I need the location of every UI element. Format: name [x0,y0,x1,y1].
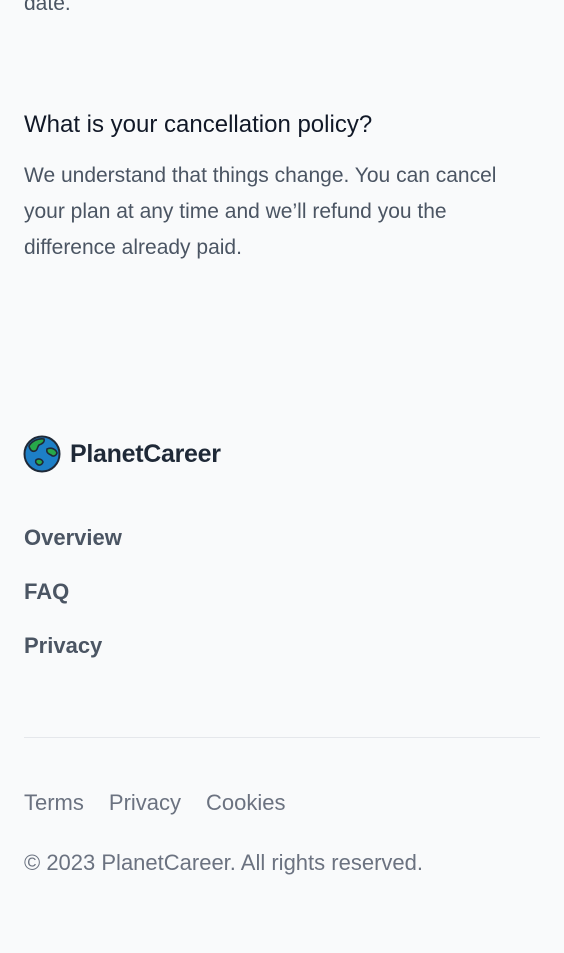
footer-logo[interactable]: PlanetCareer [23,435,221,473]
footer-link-privacy[interactable]: Privacy [24,633,102,658]
footer-nav: Overview FAQ Privacy [24,520,122,682]
footer-nav-item: FAQ [24,574,122,628]
footer-nav-item: Overview [24,520,122,574]
footer-nav-item: Privacy [24,628,122,682]
footer-link-faq[interactable]: FAQ [24,579,69,604]
faq-answer-partial: date. [24,0,71,15]
legal-link-privacy[interactable]: Privacy [109,785,181,821]
copyright-text: © 2023 PlanetCareer. All rights reserved… [24,850,423,875]
footer-link-overview[interactable]: Overview [24,525,122,550]
page: date. What is your cancellation policy? … [0,0,564,953]
legal-link-terms[interactable]: Terms [24,785,84,821]
footer-divider [24,737,540,738]
logo-wordmark: PlanetCareer [70,439,221,468]
faq-answer: We understand that things change. You ca… [24,164,497,259]
legal-link-cookies[interactable]: Cookies [206,785,285,821]
legal-links: Terms Privacy Cookies [24,785,286,821]
faq-question: What is your cancellation policy? [24,111,373,138]
globe-icon [23,435,61,473]
